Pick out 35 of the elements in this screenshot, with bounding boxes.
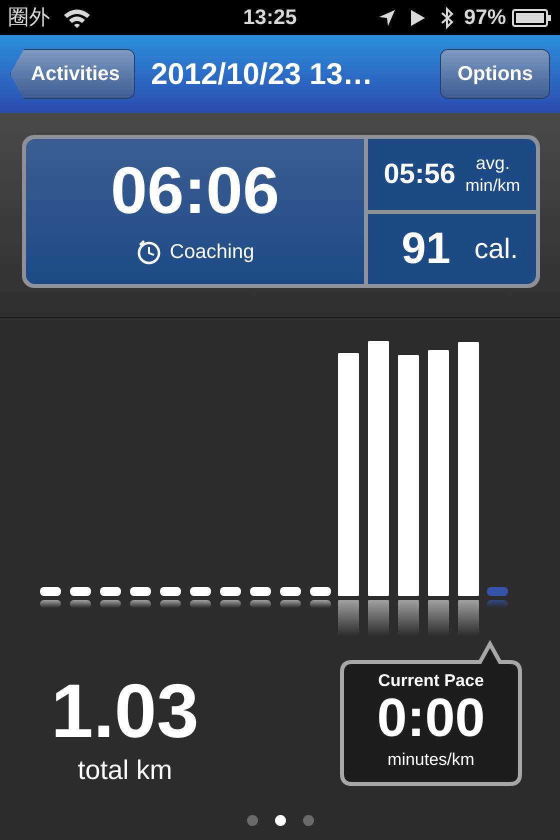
- pace-bar: [130, 587, 151, 608]
- pace-bar: [487, 587, 508, 608]
- clock-time: 13:25: [242, 4, 297, 31]
- pace-bar: [250, 587, 271, 608]
- pace-bar: [40, 587, 61, 608]
- avg-label: avg.: [476, 152, 510, 175]
- pace-bar: [190, 587, 211, 608]
- current-pace-title: Current Pace: [378, 670, 484, 692]
- bluetooth-icon: [440, 6, 454, 30]
- current-pace-unit: minutes/km: [388, 749, 474, 772]
- pace-bar: [220, 587, 241, 608]
- calories-unit: cal.: [474, 232, 518, 266]
- distance-value: 1.03: [51, 674, 199, 750]
- location-arrow-icon: [378, 8, 396, 26]
- avg-pace-value: 05:56: [384, 157, 456, 192]
- carrier-label: 圈外: [8, 4, 50, 31]
- coaching-label: Coaching: [170, 240, 254, 264]
- play-icon: [410, 8, 426, 26]
- duration-value: 06:06: [110, 156, 280, 222]
- wifi-icon: [62, 6, 92, 28]
- battery-percent: 97%: [464, 4, 506, 31]
- alarm-clock-icon: [136, 238, 162, 264]
- options-button[interactable]: Options: [440, 49, 550, 99]
- pace-bar: [160, 587, 181, 608]
- current-pace-value: 0:00: [376, 691, 486, 746]
- battery-icon: [512, 8, 552, 26]
- pace-bar: [100, 587, 121, 608]
- pace-bar: [280, 587, 301, 608]
- pace-bar: [70, 587, 91, 608]
- nav-title: 2012/10/23 13…: [150, 56, 373, 92]
- distance-label: total km: [78, 754, 172, 787]
- calories-value: 91: [401, 222, 450, 275]
- pace-bar: [310, 587, 331, 608]
- avg-unit: min/km: [465, 174, 520, 196]
- back-button[interactable]: Activities: [10, 49, 135, 99]
